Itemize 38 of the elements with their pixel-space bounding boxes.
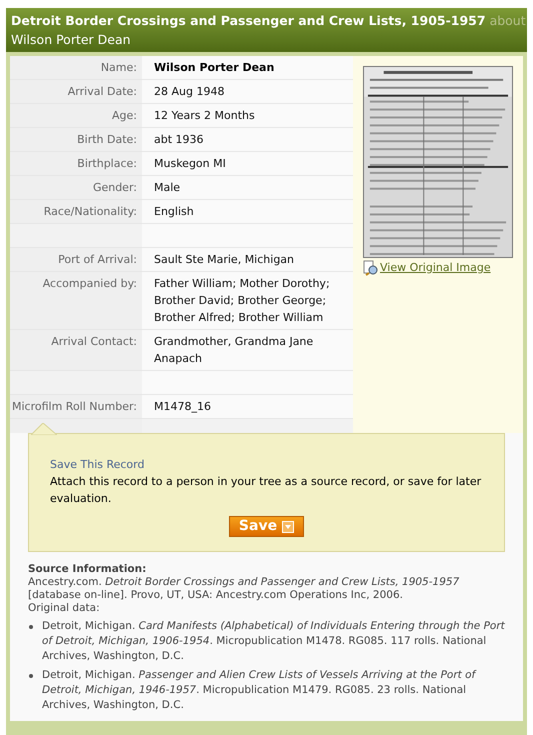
- bullet-icon: [29, 674, 33, 678]
- field-label: Arrival Contact:: [51, 335, 137, 348]
- field-value: M1478_16: [154, 400, 211, 413]
- about-link[interactable]: about: [490, 11, 526, 30]
- field-label: Accompanied by:: [42, 277, 137, 290]
- original-data-item: Detroit, Michigan. Passenger and Alien Crew Lists of Vessels Arriving at the Port of Detroit, Michigan, 1946-1957. Micropublication M1479. RG085. 23 rolls. National Archives, Washington, D.C.: [42, 668, 478, 713]
- collection-title: Detroit Border Crossings and Passenger and Crew Lists, 1905-1957: [11, 12, 486, 30]
- field-value: Male: [154, 181, 180, 194]
- field-label: Birthplace:: [77, 157, 137, 170]
- field-label: Birth Date:: [77, 133, 137, 146]
- save-button[interactable]: Save: [228, 516, 304, 537]
- original-data-item: Detroit, Michigan. Card Manifests (Alphabetical) of Individuals Entering through the Port of Detroit, Michigan, 1906-1954. Micropublication M1478. RG085. 117 rolls. National Archives, Washington, D.C.: [42, 619, 505, 664]
- field-value: Grandmother, Grandma Jane Anapach: [154, 335, 314, 365]
- field-label: Name:: [100, 61, 137, 74]
- field-label: Arrival Date:: [68, 85, 137, 98]
- view-original-image-link[interactable]: View Original Image: [380, 260, 491, 276]
- original-data-label: Original data:: [28, 602, 100, 615]
- field-value: Father William; Mother Dorothy; Brother David; Brother George; Brother Alfred; Brother William: [154, 277, 330, 324]
- field-label: Port of Arrival:: [58, 253, 137, 266]
- record-subject: Wilson Porter Dean: [11, 31, 131, 49]
- field-value: English: [154, 205, 194, 218]
- field-value: 28 Aug 1948: [154, 85, 224, 98]
- source-heading: Source Information:: [28, 563, 146, 576]
- save-description: Attach this record to a person in your tree as a source record, or save for later evaluation.: [50, 474, 482, 507]
- dropdown-icon: [282, 520, 294, 532]
- field-value: Sault Ste Marie, Michigan: [154, 253, 294, 266]
- field-value: Wilson Porter Dean: [154, 61, 274, 74]
- field-label: Gender:: [92, 181, 137, 194]
- field-label: Microfilm Roll Number:: [12, 400, 137, 413]
- field-label: Race/Nationality:: [44, 205, 137, 218]
- magnifier-icon: [363, 260, 379, 276]
- source-citation: Ancestry.com. Detroit Border Crossings and Passenger and Crew Lists, 1905-1957 [database on-line]. Provo, UT, USA: Ancestry.com Operations Inc, 2006.: [28, 576, 460, 602]
- field-value: abt 1936: [154, 133, 204, 146]
- field-value: 12 Years 2 Months: [154, 109, 255, 122]
- save-title: Save This Record: [50, 457, 144, 473]
- field-value: Muskegon MI: [154, 157, 226, 170]
- bullet-icon: [29, 625, 33, 629]
- field-label: Age:: [112, 109, 137, 122]
